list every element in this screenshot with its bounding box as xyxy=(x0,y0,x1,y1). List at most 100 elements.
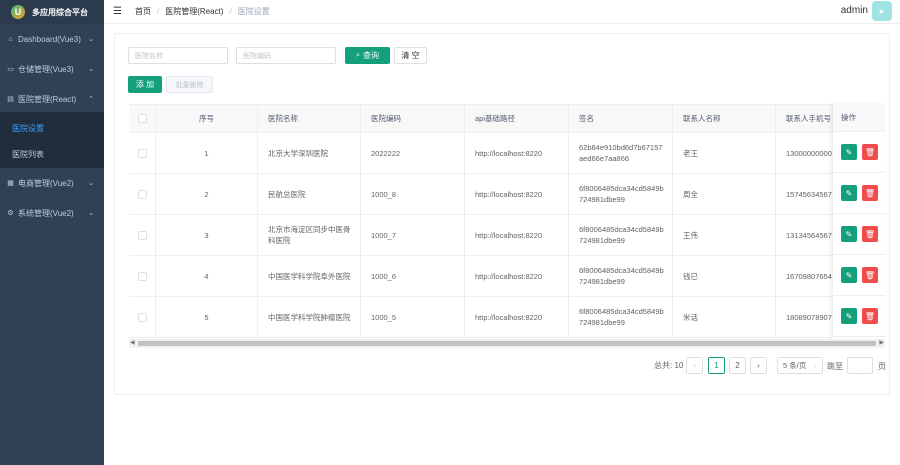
scroll-left-icon[interactable]: ◀ xyxy=(130,339,135,346)
hamburger-icon[interactable]: ☰ xyxy=(113,6,123,17)
cell-code: 1000_5 xyxy=(361,297,465,337)
breadcrumb-separator: / xyxy=(229,7,232,16)
edit-button[interactable]: ✎ xyxy=(841,144,857,160)
sidebar-subitem-hospital-list[interactable]: 医院列表 xyxy=(0,144,104,164)
cell-name: 北京市海淀区同步中医骨科医院 xyxy=(258,215,361,255)
top-header: ☰ 首页 / 医院管理(React) / 医院设置 admin ▸ xyxy=(104,0,900,24)
operations-cell: ✎ 🗑 xyxy=(833,255,885,296)
app-title: 多应用综合平台 xyxy=(32,7,88,17)
edit-icon: ✎ xyxy=(845,229,853,239)
cell-code: 1000_6 xyxy=(361,256,465,296)
row-checkbox[interactable] xyxy=(137,230,147,240)
prev-page-button[interactable]: ‹ xyxy=(686,357,703,374)
operations-cell: ✎ 🗑 xyxy=(833,173,885,214)
delete-button[interactable]: 🗑 xyxy=(862,267,878,283)
cell-name: 中国医学科学院肿瘤医院 xyxy=(258,297,361,337)
table-row: 3 北京市海淀区同步中医骨科医院 1000_7 http://localhost… xyxy=(129,215,885,256)
cell-sign: 62b84e910bd6d7b67157aed66e7aa866 xyxy=(569,133,673,173)
page-size-select[interactable]: 5 条/页 ⌄ xyxy=(777,357,823,374)
trash-icon: 🗑 xyxy=(864,270,876,280)
breadcrumb: 首页 / 医院管理(React) / 医院设置 xyxy=(135,6,270,17)
warehouse-icon: ▭ xyxy=(7,66,14,73)
breadcrumb-hospital[interactable]: 医院管理(React) xyxy=(165,6,223,17)
edit-button[interactable]: ✎ xyxy=(841,185,857,201)
cell-api: http://localhost:8220 xyxy=(465,174,569,214)
edit-icon: ✎ xyxy=(845,188,853,198)
add-button[interactable]: 添 加 xyxy=(128,76,162,93)
edit-button[interactable]: ✎ xyxy=(841,226,857,242)
page-1-button[interactable]: 1 xyxy=(708,357,725,374)
table-row: 1 北京大学深圳医院 2022222 http://localhost:8220… xyxy=(129,133,885,174)
edit-icon: ✎ xyxy=(845,311,853,321)
col-index: 序号 xyxy=(156,105,258,132)
edit-button[interactable]: ✎ xyxy=(841,308,857,324)
delete-button[interactable]: 🗑 xyxy=(862,185,878,201)
select-all-checkbox[interactable] xyxy=(137,114,147,123)
clear-button[interactable]: 清 空 xyxy=(394,47,427,64)
delete-button[interactable]: 🗑 xyxy=(862,144,878,160)
cell-contact: 老王 xyxy=(673,133,776,173)
goto-page-input[interactable] xyxy=(847,357,873,374)
next-page-button[interactable]: › xyxy=(750,357,767,374)
scroll-right-icon[interactable]: ▶ xyxy=(879,339,884,346)
sidebar-item-dashboard[interactable]: ⌂ Dashboard(Vue3) ⌄ xyxy=(0,29,104,49)
page-2-button[interactable]: 2 xyxy=(729,357,746,374)
cell-api: http://localhost:8220 xyxy=(465,133,569,173)
sidebar-subitem-hospital-settings[interactable]: 医院设置 xyxy=(0,118,104,138)
cell-sign: 6f8006485dca34cd5849b724981dbe99 xyxy=(569,297,673,337)
sidebar-item-hospital[interactable]: ▤ 医院管理(React) ⌃ xyxy=(0,89,104,109)
cell-name: 中国医学科学院阜外医院 xyxy=(258,256,361,296)
search-button-label: 查询 xyxy=(362,51,379,60)
edit-button[interactable]: ✎ xyxy=(841,267,857,283)
cell-name: 民航总医院 xyxy=(258,174,361,214)
cell-api: http://localhost:8220 xyxy=(465,215,569,255)
row-checkbox[interactable] xyxy=(137,189,147,199)
chevron-down-icon: ⌄ xyxy=(812,363,818,369)
sidebar-item-label: 医院管理(React) xyxy=(18,94,77,104)
cell-contact: 周全 xyxy=(673,174,776,214)
hospital-code-input[interactable]: 医院编码 xyxy=(236,47,336,64)
sidebar: U 多应用综合平台 ⌂ Dashboard(Vue3) ⌄ ▭ 仓储管理(Vue… xyxy=(0,0,104,465)
chevron-down-icon: ⌄ xyxy=(88,180,94,187)
cell-index: 1 xyxy=(156,133,258,173)
row-checkbox[interactable] xyxy=(137,148,147,158)
page-size-value: 5 条/页 xyxy=(783,361,807,370)
cell-contact: 米话 xyxy=(673,297,776,337)
col-contact: 联系人名称 xyxy=(673,105,776,132)
row-select-cell xyxy=(129,133,156,173)
breadcrumb-separator: / xyxy=(157,7,160,16)
row-checkbox[interactable] xyxy=(137,312,147,322)
cell-api: http://localhost:8220 xyxy=(465,297,569,337)
cell-index: 4 xyxy=(156,256,258,296)
home-icon: ⌂ xyxy=(8,35,13,43)
avatar[interactable]: ▸ xyxy=(872,1,892,21)
search-button[interactable]: ⌕ 查询 xyxy=(345,47,390,64)
row-select-cell xyxy=(129,297,156,337)
scrollbar-thumb[interactable] xyxy=(138,341,876,346)
row-checkbox[interactable] xyxy=(137,271,147,281)
search-icon: ⌕ xyxy=(356,51,360,59)
edit-icon: ✎ xyxy=(845,147,853,157)
cell-contact: 钱已 xyxy=(673,256,776,296)
table-row: 4 中国医学科学院阜外医院 1000_6 http://localhost:82… xyxy=(129,256,885,297)
select-all-cell xyxy=(129,105,156,132)
goto-suffix: 页 xyxy=(878,362,886,371)
cell-sign: 6f8006485dca34cd5849b724981dbe99 xyxy=(569,256,673,296)
chevron-up-icon: ⌃ xyxy=(88,96,94,103)
cell-name: 北京大学深圳医院 xyxy=(258,133,361,173)
breadcrumb-home[interactable]: 首页 xyxy=(135,6,151,17)
cell-code: 2022222 xyxy=(361,133,465,173)
delete-button[interactable]: 🗑 xyxy=(862,226,878,242)
app-root: U 多应用综合平台 ⌂ Dashboard(Vue3) ⌄ ▭ 仓储管理(Vue… xyxy=(0,0,900,465)
user-name[interactable]: admin xyxy=(841,5,868,16)
sidebar-item-warehouse[interactable]: ▭ 仓储管理(Vue3) ⌄ xyxy=(0,59,104,79)
sidebar-item-shop[interactable]: ▦ 电商管理(Vue2) ⌄ xyxy=(0,173,104,193)
sidebar-item-system[interactable]: ⚙ 系统管理(Vue2) ⌄ xyxy=(0,203,104,223)
horizontal-scrollbar[interactable]: ◀ ▶ xyxy=(129,339,885,348)
row-select-cell xyxy=(129,256,156,296)
delete-button[interactable]: 🗑 xyxy=(862,308,878,324)
sidebar-item-label: 系统管理(Vue2) xyxy=(18,208,74,218)
operations-column: 操作 ✎ 🗑 ✎ 🗑 ✎ 🗑 ✎ 🗑 ✎ 🗑 xyxy=(833,104,885,339)
batch-delete-button[interactable]: 批量删除 xyxy=(166,76,213,93)
hospital-name-input[interactable]: 医院名称 xyxy=(128,47,228,64)
